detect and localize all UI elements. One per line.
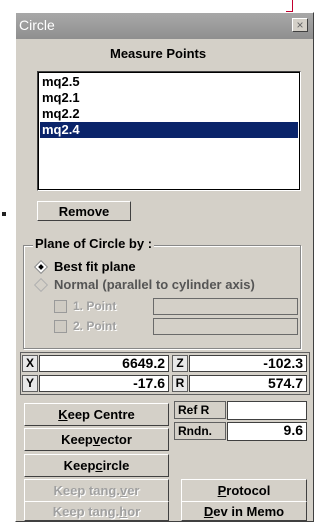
keep-tang-hor-button[interactable]: Keep tang. h or <box>24 501 169 521</box>
keep-centre-button[interactable]: Keep Centre <box>24 403 169 426</box>
ref-r-label: Ref R <box>174 401 226 419</box>
r-value[interactable]: 574.7 <box>189 375 307 392</box>
radio-label: Best fit plane <box>54 259 136 274</box>
x-value[interactable]: 6649.2 <box>39 355 169 372</box>
measure-points-list[interactable]: mq2.5 mq2.1 mq2.2 mq2.4 <box>37 71 301 191</box>
radio-best-fit-plane[interactable]: Best fit plane <box>33 259 136 274</box>
point-row-2: 2. Point <box>54 319 131 333</box>
rndn-label: Rndn. <box>174 422 226 440</box>
list-item-selected[interactable]: mq2.4 <box>40 122 298 138</box>
radio-normal-to-axis[interactable]: Normal (parallel to cylinder axis) <box>33 277 255 292</box>
point-1-label: 1. Point <box>73 299 117 313</box>
x-label: X <box>22 355 38 372</box>
keep-tang-ver-button[interactable]: Keep tang. v er <box>24 479 169 502</box>
point-2-label: 2. Point <box>73 319 117 333</box>
remove-button[interactable]: Remove <box>37 201 131 221</box>
black-dot-marker <box>2 212 6 216</box>
dev-in-memo-button[interactable]: Dev in Memo <box>181 501 307 521</box>
window-title: Circle <box>19 17 55 33</box>
z-value[interactable]: -102.3 <box>189 355 307 372</box>
z-label: Z <box>172 355 188 372</box>
list-item[interactable]: mq2.1 <box>40 90 298 106</box>
point-2-field[interactable] <box>153 318 298 335</box>
list-item[interactable]: mq2.2 <box>40 106 298 122</box>
circle-dialog: Circle × Measure Points mq2.5 mq2.1 mq2.… <box>15 12 314 522</box>
rndn-value[interactable]: 9.6 <box>227 422 307 441</box>
radio-selected-icon[interactable] <box>33 259 49 274</box>
plane-group-title: Plane of Circle by : <box>33 236 155 251</box>
keep-vector-button[interactable]: Keep v ector <box>24 428 169 451</box>
ref-r-value[interactable] <box>227 401 307 420</box>
checkbox-point-2[interactable] <box>54 319 67 333</box>
title-bar: Circle × <box>16 13 313 39</box>
point-row-1: 1. Point <box>54 299 131 313</box>
protocol-button[interactable]: Protocol <box>181 479 307 502</box>
list-item[interactable]: mq2.5 <box>40 74 298 90</box>
close-icon[interactable]: × <box>292 18 308 32</box>
radio-label: Normal (parallel to cylinder axis) <box>54 277 255 292</box>
point-1-field[interactable] <box>153 298 298 315</box>
r-label: R <box>172 375 188 392</box>
checkbox-point-1[interactable] <box>54 299 67 313</box>
keep-circle-button[interactable]: Keep c ircle <box>24 454 169 477</box>
y-value[interactable]: -17.6 <box>39 375 169 392</box>
measure-points-heading: Measure Points <box>110 46 207 61</box>
radio-unselected-icon[interactable] <box>33 277 49 292</box>
y-label: Y <box>22 375 38 392</box>
